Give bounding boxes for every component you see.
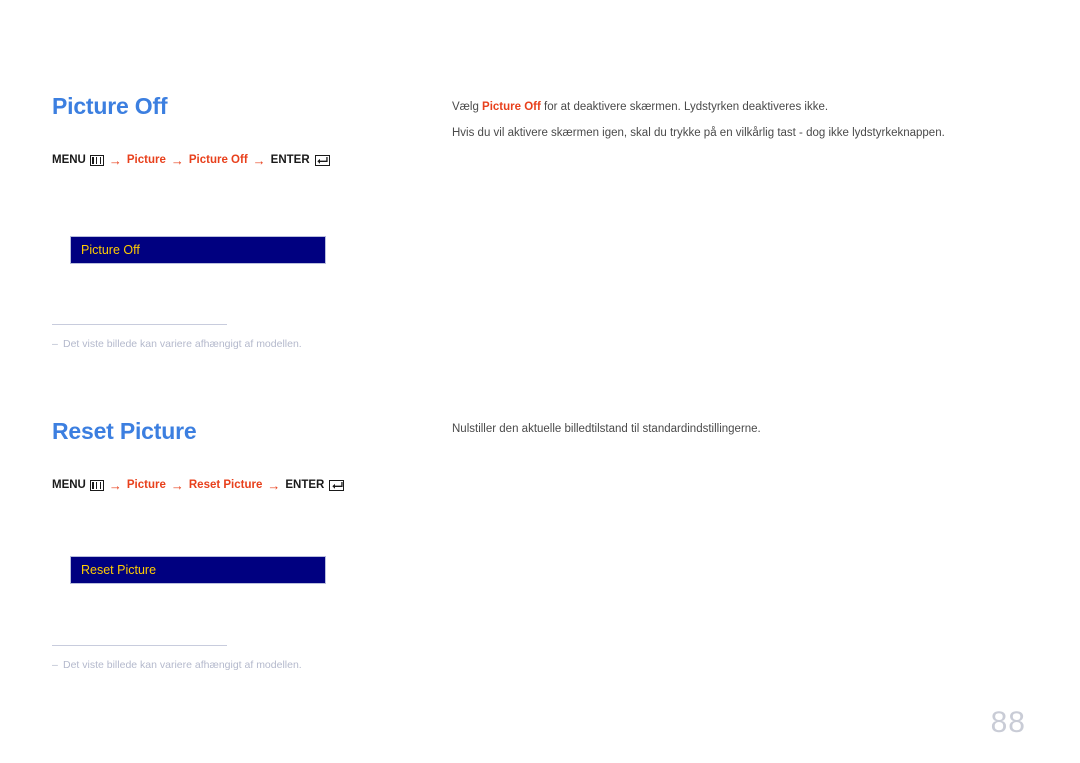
section-right-column: Nulstiller den aktuelle billedtilstand t… [452, 421, 1032, 437]
breadcrumb: MENU → Picture → Picture Off → ENTER [52, 152, 432, 168]
osd-menu-label: Reset Picture [81, 562, 157, 577]
osd-menu-box-reset-picture[interactable]: Reset Picture [70, 556, 326, 584]
osd-menu-label: Picture Off [81, 242, 140, 257]
description-text-after: for at deaktivere skærmen. Lydstyrken de… [540, 101, 829, 113]
description-line-2: Hvis du vil aktivere skærmen igen, skal … [452, 127, 945, 139]
footnote-dash: – [52, 659, 58, 671]
footnote-divider [52, 645, 227, 646]
description-line-1: Vælg Picture Off for at deaktivere skærm… [452, 99, 1032, 115]
breadcrumb-item-reset-picture: Reset Picture [188, 479, 263, 491]
breadcrumb-arrow-1: → [108, 152, 122, 168]
section-right-column: Vælg Picture Off for at deaktivere skærm… [452, 99, 1032, 141]
section-left-column: Picture Off MENU → Picture → Picture Off… [52, 92, 432, 168]
breadcrumb-arrow-2: → [170, 152, 184, 168]
breadcrumb-menu-label: MENU [52, 154, 86, 166]
footnote-text: Det viste billede kan variere afhængigt … [63, 338, 302, 350]
enter-return-icon [329, 479, 345, 491]
breadcrumb-item-picture: Picture [126, 479, 166, 491]
description-highlight: Picture Off [482, 101, 541, 113]
breadcrumb-item-picture: Picture [126, 154, 166, 166]
footnote-text: Det viste billede kan variere afhængigt … [63, 659, 302, 671]
menu-bars-icon [89, 479, 104, 491]
footnote-item: – Det viste billede kan variere afhængig… [52, 337, 472, 351]
menu-bars-icon [89, 154, 104, 166]
breadcrumb-enter-label: ENTER [270, 154, 310, 166]
description-text-before: Vælg [452, 101, 483, 113]
section-left-column: Reset Picture MENU → Picture → Reset Pic… [52, 417, 432, 493]
breadcrumb-menu-label: MENU [52, 479, 86, 491]
footnote-block: – Det viste billede kan variere afhængig… [52, 324, 472, 351]
breadcrumb-item-picture-off: Picture Off [188, 154, 248, 166]
osd-menu-box-picture-off[interactable]: Picture Off [70, 236, 326, 264]
breadcrumb-arrow-3: → [252, 152, 266, 168]
manual-page: Picture Off MENU → Picture → Picture Off… [0, 0, 1080, 763]
footnote-item: – Det viste billede kan variere afhængig… [52, 658, 472, 672]
footnote-divider [52, 324, 227, 325]
page-number: 88 [990, 706, 1026, 739]
enter-return-icon [314, 154, 330, 166]
footnote-dash: – [52, 338, 58, 350]
footnote-block: – Det viste billede kan variere afhængig… [52, 645, 472, 672]
page-title: Picture Off [52, 93, 168, 119]
breadcrumb-arrow-2: → [170, 477, 184, 493]
breadcrumb-arrow-1: → [108, 477, 122, 493]
breadcrumb: MENU → Picture → Reset Picture → ENTER [52, 477, 432, 493]
description-line-1: Nulstiller den aktuelle billedtilstand t… [452, 423, 761, 435]
page-title: Reset Picture [52, 418, 197, 444]
breadcrumb-enter-label: ENTER [285, 479, 325, 491]
breadcrumb-arrow-3: → [267, 477, 281, 493]
